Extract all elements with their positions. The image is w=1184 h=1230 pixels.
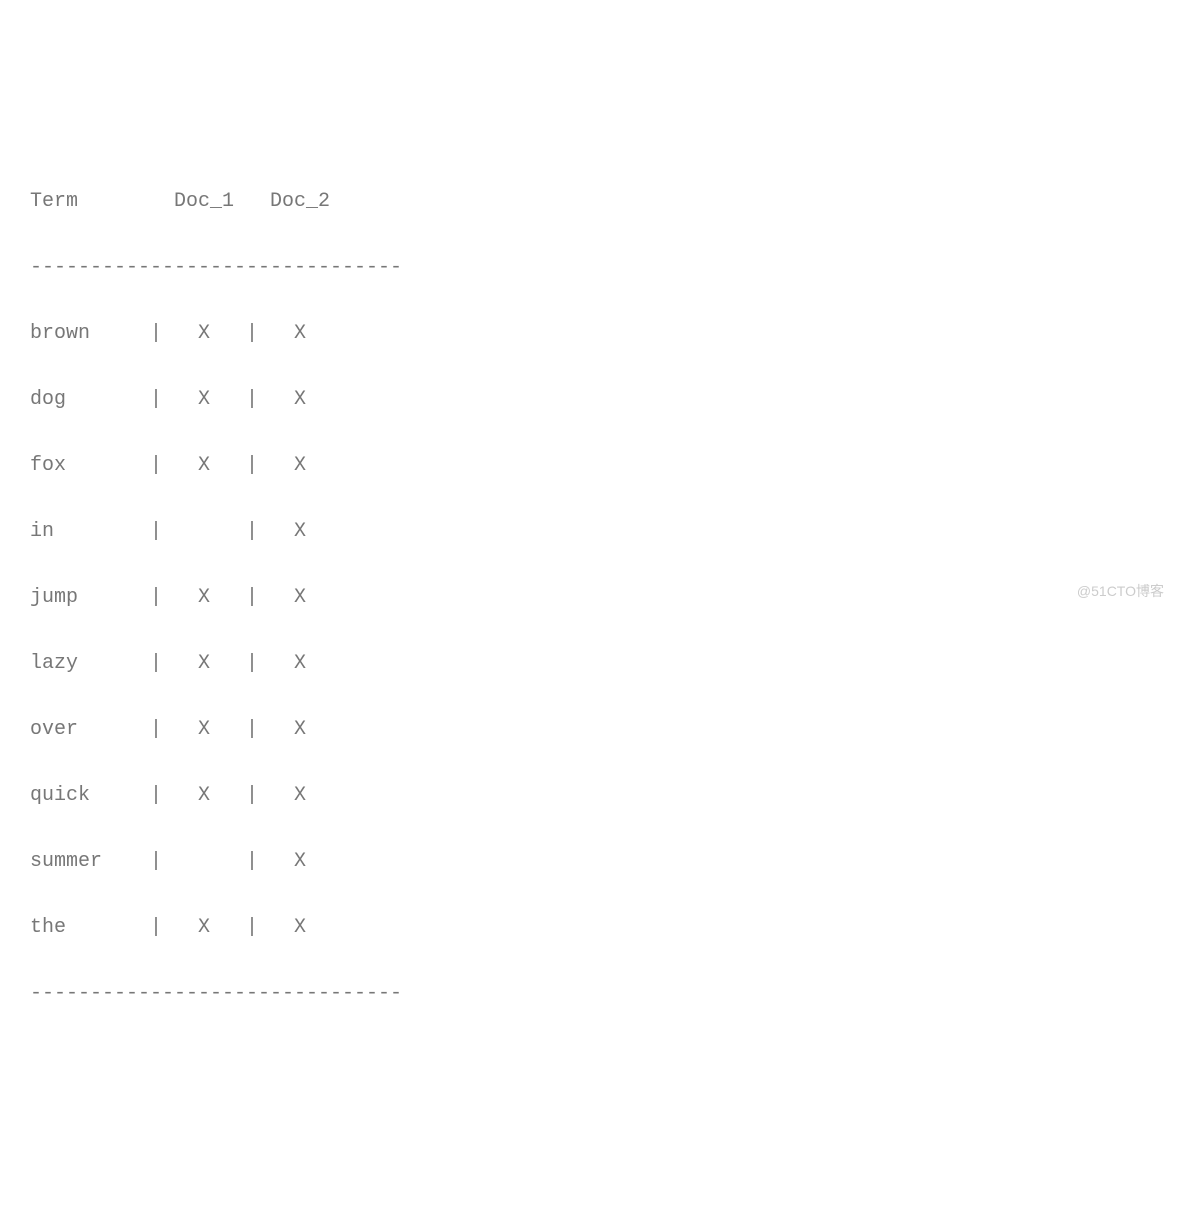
cell-doc1: X: [162, 779, 246, 812]
cell-doc2: X: [258, 845, 342, 878]
cell-doc1: X: [162, 713, 246, 746]
cell-term: jump: [30, 581, 150, 614]
separator: |: [150, 647, 162, 680]
separator: |: [150, 515, 162, 548]
divider-top: -------------------------------: [30, 251, 1154, 284]
cell-doc2: X: [258, 647, 342, 680]
separator: |: [246, 515, 258, 548]
cell-term: in: [30, 515, 150, 548]
inverted-index-table: Term Doc_1 Doc_2 -----------------------…: [30, 152, 1154, 1043]
header-spacer: [150, 185, 162, 218]
header-doc2: Doc_2: [258, 185, 342, 218]
separator: |: [246, 911, 258, 944]
cell-doc1: X: [162, 449, 246, 482]
cell-doc2: X: [258, 515, 342, 548]
cell-term: fox: [30, 449, 150, 482]
separator: |: [150, 383, 162, 416]
cell-doc1: X: [162, 581, 246, 614]
cell-term: lazy: [30, 647, 150, 680]
cell-term: quick: [30, 779, 150, 812]
watermark: @51CTO博客: [1077, 580, 1164, 603]
table-row: dog|X|X: [30, 383, 1154, 416]
table-row: brown|X|X: [30, 317, 1154, 350]
cell-doc2: X: [258, 911, 342, 944]
separator: |: [246, 713, 258, 746]
table-row: lazy|X|X: [30, 647, 1154, 680]
header-spacer: [246, 185, 258, 218]
table-row: jump|X|X: [30, 581, 1154, 614]
table-row: summer| |X: [30, 845, 1154, 878]
cell-doc1: [162, 515, 246, 548]
separator: |: [150, 713, 162, 746]
separator: |: [150, 449, 162, 482]
table-row: the|X|X: [30, 911, 1154, 944]
cell-doc2: X: [258, 713, 342, 746]
header-doc1: Doc_1: [162, 185, 246, 218]
separator: |: [246, 449, 258, 482]
cell-doc1: X: [162, 911, 246, 944]
divider-bottom: -------------------------------: [30, 977, 1154, 1010]
separator: |: [246, 383, 258, 416]
cell-doc1: X: [162, 383, 246, 416]
table-row: over|X|X: [30, 713, 1154, 746]
separator: |: [150, 317, 162, 350]
cell-doc2: X: [258, 317, 342, 350]
separator: |: [246, 845, 258, 878]
separator: |: [150, 845, 162, 878]
separator: |: [150, 911, 162, 944]
separator: |: [150, 581, 162, 614]
cell-term: brown: [30, 317, 150, 350]
table-row: in| |X: [30, 515, 1154, 548]
separator: |: [150, 779, 162, 812]
cell-doc1: [162, 845, 246, 878]
cell-doc2: X: [258, 779, 342, 812]
separator: |: [246, 647, 258, 680]
cell-doc1: X: [162, 647, 246, 680]
header-term: Term: [30, 185, 150, 218]
cell-doc2: X: [258, 449, 342, 482]
cell-doc2: X: [258, 383, 342, 416]
separator: |: [246, 779, 258, 812]
cell-term: dog: [30, 383, 150, 416]
separator: |: [246, 317, 258, 350]
cell-term: summer: [30, 845, 150, 878]
cell-term: over: [30, 713, 150, 746]
cell-term: the: [30, 911, 150, 944]
table-row: quick|X|X: [30, 779, 1154, 812]
table-header-row: Term Doc_1 Doc_2: [30, 185, 1154, 218]
table-row: fox|X|X: [30, 449, 1154, 482]
cell-doc2: X: [258, 581, 342, 614]
cell-doc1: X: [162, 317, 246, 350]
separator: |: [246, 581, 258, 614]
